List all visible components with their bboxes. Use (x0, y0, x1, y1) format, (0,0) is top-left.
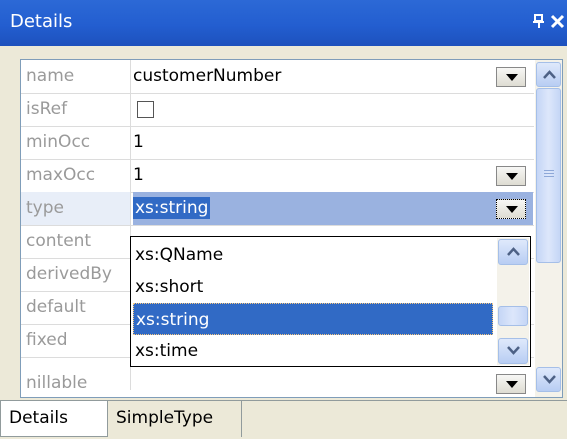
property-label: minOcc (21, 126, 131, 159)
chevron-up-icon (543, 70, 556, 79)
dropdown-button[interactable] (496, 67, 526, 87)
property-label: derivedBy (21, 258, 131, 291)
bottom-tab-bar: Details SimpleType (0, 400, 567, 439)
property-value[interactable]: 1 (133, 159, 533, 192)
property-label: content (21, 225, 131, 258)
property-label: type (21, 192, 131, 225)
scroll-down-button[interactable] (498, 338, 528, 364)
dropdown-button[interactable] (496, 166, 526, 186)
property-label: maxOcc (21, 159, 131, 192)
property-label: nillable (21, 357, 131, 390)
property-row-name[interactable]: name customerNumber (21, 60, 534, 94)
property-value[interactable]: 1 (133, 126, 533, 159)
tab-simpletype[interactable]: SimpleType (108, 401, 242, 437)
dropdown-button[interactable] (496, 374, 526, 394)
scroll-up-button[interactable] (498, 239, 528, 265)
panel-title: Details (10, 11, 73, 32)
dropdown-button[interactable] (496, 199, 526, 219)
property-value[interactable]: customerNumber (133, 60, 533, 93)
property-label: name (21, 60, 131, 93)
property-label: isRef (21, 93, 131, 126)
chevron-down-icon (543, 375, 556, 384)
chevron-down-icon (507, 346, 520, 355)
scroll-thumb[interactable] (498, 306, 528, 326)
chevron-down-icon (506, 173, 518, 180)
property-row-minocc[interactable]: minOcc 1 (21, 126, 534, 160)
chevron-down-icon (506, 381, 518, 388)
dropdown-option-selected[interactable]: xs:string (133, 303, 493, 335)
property-value-text: customerNumber (133, 66, 282, 86)
property-row-isref[interactable]: isRef (21, 93, 534, 127)
property-value[interactable]: xs:string (133, 192, 533, 225)
scroll-thumb[interactable] (536, 88, 561, 263)
pin-icon[interactable] (531, 9, 547, 33)
property-value-text: xs:string (133, 197, 211, 219)
dropdown-option[interactable]: xs:short (133, 271, 493, 303)
grip-icon (544, 170, 554, 180)
type-dropdown-list[interactable]: xs:QName xs:short xs:string xs:time (130, 236, 531, 367)
property-value-text: 1 (133, 132, 144, 152)
dropdown-option[interactable]: xs:QName (133, 239, 493, 271)
property-row-maxocc[interactable]: maxOcc 1 (21, 159, 534, 193)
chevron-down-icon (506, 206, 518, 213)
dropdown-option[interactable]: xs:time (133, 335, 493, 367)
scroll-up-button[interactable] (536, 62, 561, 87)
property-label: default (21, 291, 131, 324)
tab-details[interactable]: Details (0, 401, 108, 437)
property-label: fixed (21, 324, 131, 357)
chevron-up-icon (507, 247, 520, 256)
property-value-text: 1 (133, 165, 144, 185)
grid-scrollbar[interactable] (535, 60, 562, 397)
title-bar: Details (0, 0, 567, 46)
property-value[interactable] (133, 93, 533, 126)
dropdown-scrollbar[interactable] (497, 238, 529, 365)
chevron-down-icon (506, 74, 518, 81)
scroll-down-button[interactable] (536, 367, 561, 392)
isref-checkbox[interactable] (137, 101, 154, 118)
property-row-type[interactable]: type xs:string (21, 192, 534, 226)
details-panel: Details name customerNumber isRef minOcc… (0, 0, 567, 439)
close-icon[interactable] (549, 9, 567, 33)
